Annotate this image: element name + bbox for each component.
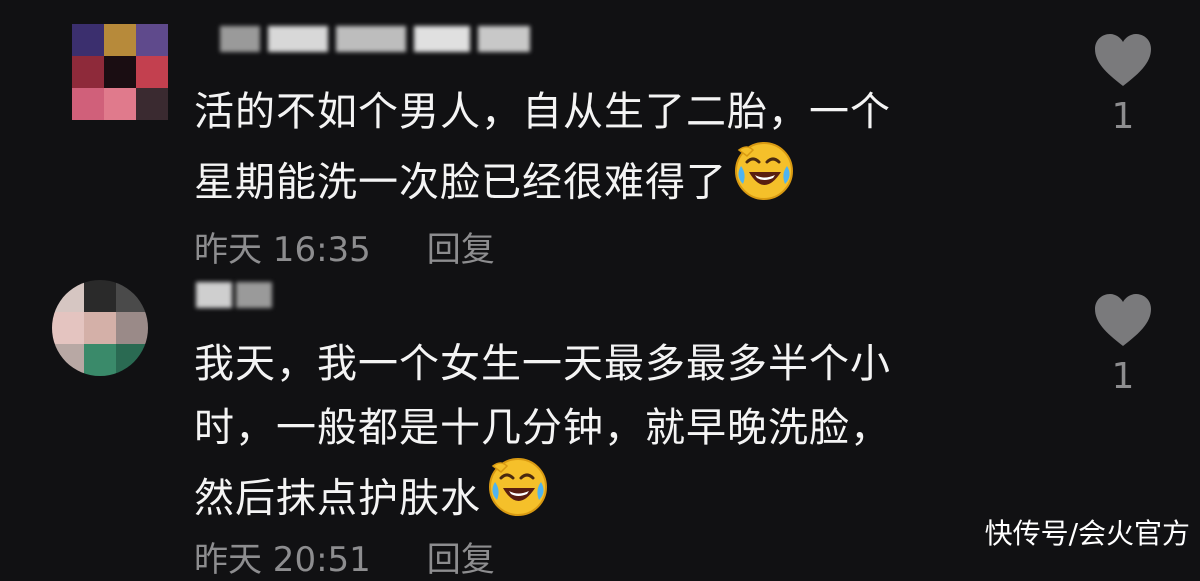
comment-time: 昨天 20:51 (194, 540, 371, 580)
comment-text: 活的不如个男人，自从生了二胎，一个 星期能洗一次脸已经很难得了 (194, 80, 891, 225)
comment-text-line-content: 然后抹点护肤水 (194, 475, 481, 522)
heart-icon (1095, 34, 1151, 86)
comment-text-line-content: 星期能洗一次脸已经很难得了 (194, 159, 727, 206)
like-button[interactable]: 1 (1088, 32, 1158, 137)
like-button[interactable]: 1 (1088, 292, 1158, 397)
comment-meta: 昨天 20:51 回复 (194, 532, 495, 581)
comment-text-line: 我天，我一个女生一天最多最多半个小 (194, 341, 891, 387)
comment-text-line: 然后抹点护肤水 (194, 458, 891, 541)
rofl-emoji-icon (487, 456, 549, 537)
comment-text-line: 时，一般都是十几分钟，就早晚洗脸， (194, 405, 891, 451)
avatar[interactable] (72, 24, 168, 120)
rofl-emoji-icon (733, 140, 795, 221)
comment-item: 活的不如个男人，自从生了二胎，一个 星期能洗一次脸已经很难得了 昨天 16:35… (0, 0, 1200, 270)
reply-button[interactable]: 回复 (427, 540, 495, 580)
username[interactable] (196, 282, 276, 308)
avatar[interactable] (52, 280, 148, 376)
username[interactable] (220, 26, 530, 52)
comment-text: 我天，我一个女生一天最多最多半个小 时，一般都是十几分钟，就早晚洗脸， 然后抹点… (194, 332, 891, 541)
comment-time: 昨天 16:35 (194, 230, 371, 270)
comment-text-line: 星期能洗一次脸已经很难得了 (194, 142, 891, 225)
watermark: 快传号/会火官方 (984, 517, 1190, 550)
like-count: 1 (1111, 356, 1135, 397)
comment-text-line: 活的不如个男人，自从生了二胎，一个 (194, 89, 891, 135)
reply-button[interactable]: 回复 (427, 230, 495, 270)
heart-icon (1095, 294, 1151, 346)
comment-meta: 昨天 16:35 回复 (194, 222, 495, 271)
like-count: 1 (1111, 96, 1135, 137)
